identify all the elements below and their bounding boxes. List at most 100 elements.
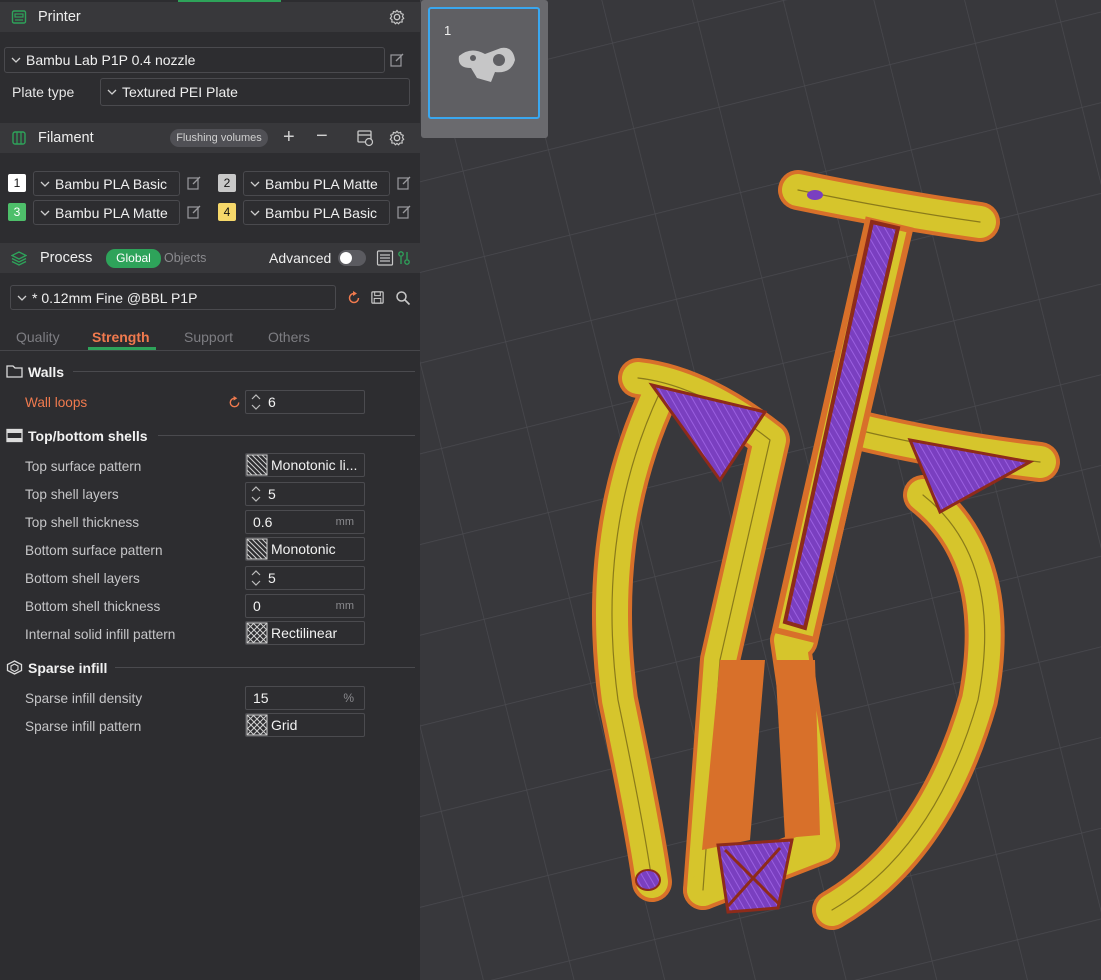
rectilinear-pattern-icon xyxy=(246,622,268,644)
sparse-infill-density-value: 15 xyxy=(253,690,269,706)
sparse-infill-density-input[interactable]: 15 % xyxy=(245,686,365,710)
plate-type-dropdown[interactable]: Textured PEI Plate xyxy=(100,78,410,106)
filament-title: Filament xyxy=(38,130,94,146)
shells-icon xyxy=(6,428,23,443)
unit-percent: % xyxy=(343,691,354,705)
edit-filament-3-icon[interactable] xyxy=(187,205,201,219)
advanced-label: Advanced xyxy=(269,250,332,266)
save-preset-icon[interactable] xyxy=(370,290,385,305)
advanced-toggle-switch[interactable] xyxy=(338,250,366,266)
bottom-surface-pattern-select[interactable]: Monotonic xyxy=(245,537,365,561)
filament-icon xyxy=(12,131,26,145)
add-filament-icon[interactable]: + xyxy=(283,126,295,149)
tab-others[interactable]: Others xyxy=(268,329,310,345)
process-title: Process xyxy=(40,250,93,266)
filament-slot-1-dropdown[interactable]: Bambu PLA Basic xyxy=(33,171,180,196)
monotonic-pattern-icon xyxy=(246,454,268,476)
top-surface-pattern-value: Monotonic li... xyxy=(271,457,358,473)
top-shell-thickness-value: 0.6 xyxy=(253,514,273,530)
sparse-infill-divider xyxy=(115,667,415,668)
reset-preset-icon[interactable] xyxy=(346,290,362,306)
filament-slot-1-name: Bambu PLA Basic xyxy=(55,175,168,192)
top-shell-thickness-input[interactable]: 0.6 mm xyxy=(245,510,365,534)
internal-solid-infill-pattern-label: Internal solid infill pattern xyxy=(25,627,176,642)
objects-toggle-button[interactable]: Objects xyxy=(164,251,206,265)
filament-slot-2-name: Bambu PLA Matte xyxy=(265,175,378,192)
sparse-infill-icon xyxy=(6,660,23,675)
filament-slot-3-number[interactable]: 3 xyxy=(8,203,26,221)
printer-settings-gear-icon[interactable] xyxy=(388,8,406,26)
filament-slot-4-number[interactable]: 4 xyxy=(218,203,236,221)
chevron-down-icon xyxy=(40,181,50,187)
bottom-shell-layers-input[interactable]: 5 xyxy=(245,566,365,590)
bottom-shell-thickness-input[interactable]: 0 mm xyxy=(245,594,365,618)
spin-arrows-icon[interactable] xyxy=(248,567,264,589)
shells-group-title: Top/bottom shells xyxy=(28,428,148,444)
unit-mm: mm xyxy=(335,600,354,612)
bottom-shell-layers-value: 5 xyxy=(268,570,276,586)
top-surface-pattern-label: Top surface pattern xyxy=(25,459,142,474)
search-icon[interactable] xyxy=(395,290,411,306)
top-shell-layers-input[interactable]: 5 xyxy=(245,482,365,506)
printer-title: Printer xyxy=(38,9,81,25)
sparse-infill-group-title: Sparse infill xyxy=(28,660,108,676)
sparse-infill-pattern-label: Sparse infill pattern xyxy=(25,719,142,734)
reset-value-icon[interactable] xyxy=(227,395,242,410)
top-shell-thickness-label: Top shell thickness xyxy=(25,515,140,530)
sparse-infill-pattern-value: Grid xyxy=(271,717,298,733)
internal-solid-infill-pattern-select[interactable]: Rectilinear xyxy=(245,621,365,645)
chevron-down-icon xyxy=(250,210,260,216)
filament-slot-4-dropdown[interactable]: Bambu PLA Basic xyxy=(243,200,390,225)
filament-settings-gear-icon[interactable] xyxy=(388,129,406,147)
filament-sync-icon[interactable] xyxy=(356,129,374,147)
tabs-divider xyxy=(0,350,420,351)
top-shell-layers-value: 5 xyxy=(268,486,276,502)
edit-filament-1-icon[interactable] xyxy=(187,176,201,190)
wall-loops-input[interactable]: 6 xyxy=(245,390,365,414)
tab-strength[interactable]: Strength xyxy=(92,329,150,345)
bottom-surface-pattern-value: Monotonic xyxy=(271,541,336,557)
sliced-model-preview xyxy=(592,170,1060,930)
shells-divider xyxy=(158,435,415,436)
bottom-shell-thickness-value: 0 xyxy=(253,598,261,614)
tab-quality[interactable]: Quality xyxy=(16,329,60,345)
remove-filament-icon[interactable]: − xyxy=(316,125,328,148)
plate-type-value: Textured PEI Plate xyxy=(122,84,238,100)
printer-model-dropdown[interactable]: Bambu Lab P1P 0.4 nozzle xyxy=(4,47,385,73)
filament-slot-2-number[interactable]: 2 xyxy=(218,174,236,192)
list-view-icon[interactable] xyxy=(376,249,394,267)
spin-arrows-icon[interactable] xyxy=(248,483,264,505)
wall-loops-label: Wall loops xyxy=(25,395,88,410)
process-layers-icon xyxy=(11,251,27,266)
process-section-header: Process Global Objects Advanced xyxy=(0,243,420,273)
flushing-volumes-button[interactable]: Flushing volumes xyxy=(170,129,268,147)
chevron-down-icon xyxy=(107,89,117,95)
monotonic-pattern-icon xyxy=(246,538,268,560)
3d-preview-viewport[interactable]: 1 xyxy=(420,0,1101,980)
printer-section-header: Printer xyxy=(0,2,420,32)
walls-icon xyxy=(6,365,23,378)
sparse-infill-pattern-select[interactable]: Grid xyxy=(245,713,365,737)
edit-filament-4-icon[interactable] xyxy=(397,205,411,219)
wall-loops-value: 6 xyxy=(268,394,276,410)
global-toggle-button[interactable]: Global xyxy=(106,249,161,268)
process-preset-dropdown[interactable]: * 0.12mm Fine @BBL P1P xyxy=(10,285,336,310)
chevron-down-icon xyxy=(11,57,21,63)
edit-printer-icon[interactable] xyxy=(390,53,404,67)
compare-presets-icon[interactable] xyxy=(397,250,411,266)
printer-model-value: Bambu Lab P1P 0.4 nozzle xyxy=(26,52,196,68)
settings-sidebar: Printer Bambu Lab P1P 0.4 nozzle Plate t… xyxy=(0,0,420,980)
process-preset-value: * 0.12mm Fine @BBL P1P xyxy=(32,289,198,306)
top-surface-pattern-select[interactable]: Monotonic li... xyxy=(245,453,365,477)
walls-group-title: Walls xyxy=(28,364,65,380)
bottom-shell-thickness-label: Bottom shell thickness xyxy=(25,599,161,614)
filament-slot-1-number[interactable]: 1 xyxy=(8,174,26,192)
toggle-knob xyxy=(340,252,352,264)
bottom-shell-layers-label: Bottom shell layers xyxy=(25,571,140,586)
spin-arrows-icon[interactable] xyxy=(248,391,264,413)
filament-slot-3-dropdown[interactable]: Bambu PLA Matte xyxy=(33,200,180,225)
filament-slot-3-name: Bambu PLA Matte xyxy=(55,204,168,221)
filament-slot-2-dropdown[interactable]: Bambu PLA Matte xyxy=(243,171,390,196)
edit-filament-2-icon[interactable] xyxy=(397,176,411,190)
tab-support[interactable]: Support xyxy=(184,329,233,345)
